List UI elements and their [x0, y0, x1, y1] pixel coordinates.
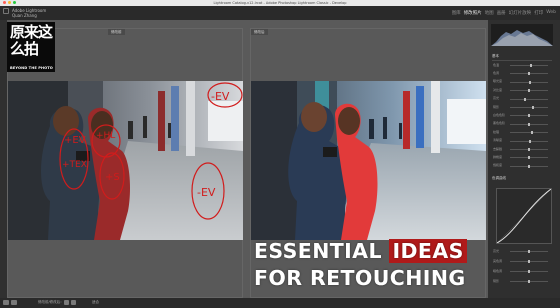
curve-slider-label: 亮色调: [493, 258, 503, 263]
curve-slider-label: 高光: [493, 248, 500, 253]
basic-slider-knob[interactable]: [524, 97, 527, 101]
annotation-ev-plus: +EV: [64, 135, 86, 146]
basic-slider-track[interactable]: [510, 107, 548, 108]
compare-view-icon[interactable]: [11, 300, 17, 305]
headline-overlay: ESSENTIAL IDEAS FOR RETOUCHING: [254, 238, 467, 292]
basic-slider-label: 色温: [493, 62, 500, 67]
module-book[interactable]: 画册: [497, 10, 506, 16]
annotation-ev-minus-sky: -EV: [211, 90, 230, 103]
basic-slider-track[interactable]: [510, 132, 548, 134]
basic-slider-knob[interactable]: [531, 106, 534, 109]
module-print[interactable]: 打印: [534, 10, 543, 16]
basic-slider-label: 对比度: [493, 87, 503, 92]
annotation-tex-plus: +TEX: [62, 160, 87, 170]
basic-slider-knob[interactable]: [531, 131, 534, 135]
before-photo-image: +EV +HL +TEX +S -EV -EV: [8, 81, 243, 240]
module-library[interactable]: 图库: [452, 10, 461, 16]
curve-slider-label: 阴影: [493, 278, 500, 283]
module-picker: 图库 修改照片 地图 画册 幻灯片放映 打印 Web: [452, 10, 556, 16]
headline-line-2: FOR RETOUCHING: [254, 266, 466, 290]
basic-slider-label: 色调: [493, 70, 500, 75]
headline-word-essential: ESSENTIAL: [254, 239, 382, 263]
tone-curve-header[interactable]: 色调曲线: [492, 176, 506, 181]
module-develop[interactable]: 修改照片: [464, 10, 482, 16]
after-label: 修改后: [251, 29, 268, 35]
basic-slider-label: 纹理: [493, 129, 500, 134]
after-photo-image: [251, 81, 486, 240]
copy-before-to-after-icon[interactable]: [71, 300, 76, 305]
basic-slider-knob[interactable]: [528, 122, 530, 126]
basic-panel-header[interactable]: 基本: [492, 54, 499, 59]
zoom-label: 适合: [92, 300, 99, 304]
curve-slider-knob[interactable]: [528, 280, 530, 283]
left-panel[interactable]: [0, 20, 7, 298]
basic-slider-label: 阴影: [493, 104, 500, 109]
basic-slider-knob[interactable]: [528, 139, 531, 143]
annotation-s-plus: +S: [105, 172, 120, 183]
basic-slider-label: 去朦胧: [493, 146, 503, 151]
annotation-hl-plus: +HL: [96, 131, 115, 141]
curve-slider-knob[interactable]: [528, 250, 530, 253]
curve-slider-knob[interactable]: [528, 270, 530, 273]
basic-slider-label: 清晰度: [493, 138, 503, 143]
basic-slider-knob[interactable]: [528, 164, 530, 168]
headline-word-ideas: IDEAS: [389, 239, 467, 263]
basic-slider-knob[interactable]: [528, 148, 530, 151]
identity-plate: Adobe Lightroom Quan Zhang: [12, 8, 52, 18]
basic-slider-knob[interactable]: [529, 64, 532, 67]
basic-slider-knob[interactable]: [528, 114, 530, 118]
histogram: [491, 24, 553, 46]
module-slideshow[interactable]: 幻灯片放映: [509, 10, 532, 16]
basic-slider-knob[interactable]: [528, 89, 530, 93]
module-map[interactable]: 地图: [485, 10, 494, 16]
basic-slider-label: 鲜艳度: [493, 154, 503, 159]
basic-slider-knob[interactable]: [528, 80, 531, 84]
headline-line-1: ESSENTIAL IDEAS: [254, 238, 467, 265]
brand-logo: 原来这么拍 BEYOND THE PHOTO: [7, 22, 55, 72]
divider: [492, 60, 552, 61]
module-web[interactable]: Web: [546, 10, 556, 16]
lightroom-window: Lightroom Catalog-v12.lrcat - Adobe Phot…: [0, 0, 560, 308]
annotation-ev-minus-street: -EV: [197, 186, 216, 199]
basic-slider-label: 白色色阶: [493, 112, 506, 117]
loupe-view-icon[interactable]: [3, 300, 9, 305]
curve-slider-knob[interactable]: [528, 260, 530, 263]
basic-slider-track[interactable]: [510, 98, 548, 100]
histogram-graph: [491, 30, 553, 46]
basic-slider-knob[interactable]: [528, 156, 530, 160]
basic-slider-label: 高光: [493, 96, 500, 101]
basic-slider-label: 饱和度: [493, 163, 503, 168]
before-after-label: 修改前/修改后：: [38, 300, 64, 304]
identity-plate-icon: [3, 8, 9, 14]
logo-english-text: BEYOND THE PHOTO: [10, 66, 53, 70]
logo-chinese-text: 原来这么拍: [10, 23, 53, 58]
swap-before-after-icon[interactable]: [64, 300, 69, 305]
before-label: 修改前: [108, 29, 125, 35]
curve-slider-label: 暗色调: [493, 268, 503, 273]
identity-line-2: Quan Zhang: [12, 13, 37, 18]
before-photo[interactable]: +EV +HL +TEX +S -EV -EV: [8, 81, 243, 240]
after-photo[interactable]: [251, 81, 486, 240]
basic-slider-label: 黑色色阶: [493, 121, 506, 126]
tone-curve[interactable]: [496, 188, 552, 244]
basic-slider-knob[interactable]: [528, 72, 530, 76]
tone-curve-graph: [496, 188, 552, 244]
bottom-toolbar: [0, 298, 560, 308]
basic-slider-label: 曝光度: [493, 79, 503, 84]
